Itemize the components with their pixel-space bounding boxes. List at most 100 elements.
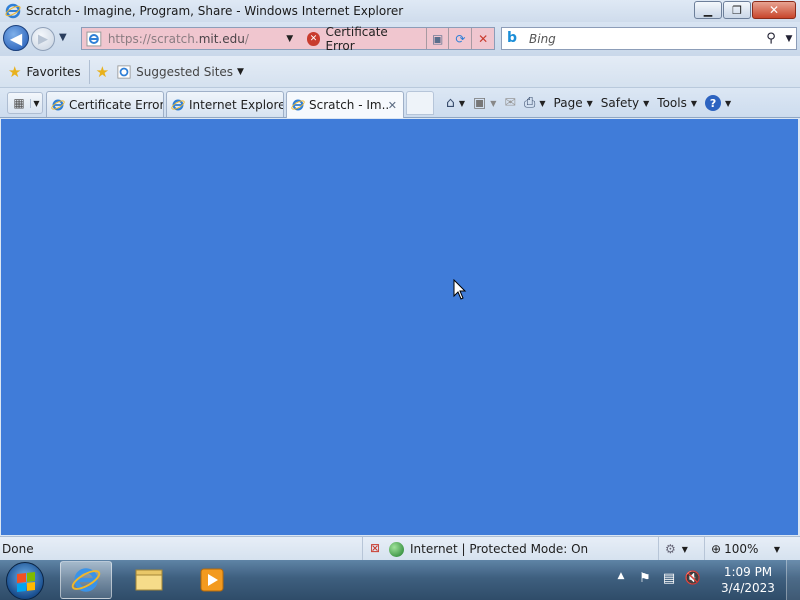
taskbar-media-player[interactable] <box>186 561 238 599</box>
chevron-down-icon: ▼ <box>681 544 688 554</box>
help-button[interactable]: ? ▼ <box>705 95 731 111</box>
ie-icon <box>291 99 305 111</box>
flag-icon[interactable]: ⚑ <box>636 571 654 589</box>
feeds-button[interactable]: ▣ ▼ <box>473 95 496 111</box>
globe-icon <box>389 541 404 557</box>
suggested-sites-button[interactable]: Suggested Sites ▼ <box>117 65 244 79</box>
chevron-down-icon[interactable]: ▼ <box>774 545 780 554</box>
maximize-icon: ❐ <box>732 3 742 17</box>
refresh-button[interactable]: ⟳ <box>448 28 471 49</box>
chevron-down-icon: ▼ <box>59 32 67 43</box>
start-button[interactable] <box>6 562 44 600</box>
tab-label: Scratch - Im... <box>309 98 388 112</box>
system-tray: ▲ ⚑ ▤ 🔇 1:09 PM 3/4/2023 <box>612 560 800 600</box>
start-orb-icon <box>17 572 35 592</box>
chevron-down-icon: ▼ <box>586 98 593 108</box>
forward-button[interactable]: ▶ <box>31 27 55 51</box>
certificate-error-button[interactable]: ✕ Certificate Error <box>306 25 426 53</box>
clock[interactable]: 1:09 PM 3/4/2023 <box>714 564 782 596</box>
compatibility-view-button[interactable]: ▣ <box>425 28 449 49</box>
clock-date: 3/4/2023 <box>721 581 775 595</box>
chevron-down-icon: ▼ <box>643 98 650 108</box>
favorites-bar: ★ Favorites ★ Suggested Sites ▼ <box>0 56 800 88</box>
chevron-down-icon[interactable]: ▼ <box>725 99 731 108</box>
ie-icon <box>71 568 101 592</box>
address-bar[interactable]: https://scratch.mit.edu/ ▼ ✕ Certificate… <box>81 25 495 53</box>
clock-time: 1:09 PM <box>723 565 773 579</box>
explorer-folder-icon <box>135 569 163 591</box>
tools-menu[interactable]: Tools ▼ <box>657 96 697 110</box>
url-suffix: / <box>244 31 249 46</box>
close-tab-icon[interactable]: ✕ <box>388 99 397 112</box>
search-icon[interactable]: ⚲ <box>760 31 782 46</box>
search-box[interactable]: b Bing ⚲ ▼ <box>501 27 797 50</box>
print-button[interactable]: ⎙ ▼ <box>524 95 545 111</box>
addons-icon: ⚙ <box>665 542 676 556</box>
blocked-content-icon[interactable]: ⊠ <box>367 541 383 557</box>
minimize-button[interactable]: ▁ <box>694 1 722 19</box>
add-favorites-icon[interactable]: ★ <box>96 63 109 81</box>
title-bar[interactable]: Scratch - Imagine, Program, Share - Wind… <box>0 0 800 22</box>
home-icon: ⌂ <box>446 95 455 111</box>
close-button[interactable]: ✕ <box>752 1 796 19</box>
favorites-button[interactable]: ★ Favorites <box>8 59 90 84</box>
search-input[interactable]: Bing <box>529 32 760 46</box>
chevron-down-icon[interactable]: ▼ <box>539 99 545 108</box>
certificate-error-label: Certificate Error <box>325 24 388 53</box>
read-mail-button[interactable]: ✉ <box>504 95 516 111</box>
command-bar: ⌂ ▼ ▣ ▼ ✉ ⎙ ▼ Page ▼ Safety ▼ Tools ▼ ? ▼ <box>446 93 739 113</box>
minimize-icon: ▁ <box>703 3 713 17</box>
security-zone[interactable]: ⊠ Internet | Protected Mode: On <box>362 537 588 561</box>
address-dropdown[interactable]: ▼ <box>281 34 299 44</box>
mouse-cursor-icon <box>453 279 467 300</box>
zoom-level: 100% <box>724 542 759 556</box>
status-bar: Done ⊠ Internet | Protected Mode: On ⚙ ▼… <box>0 536 800 561</box>
media-player-icon <box>200 568 224 592</box>
tab-list-dropdown[interactable]: ▼ <box>30 98 42 108</box>
status-text: Done <box>2 541 34 556</box>
chevron-down-icon[interactable]: ▼ <box>490 99 496 108</box>
close-icon: ✕ <box>768 3 780 17</box>
show-hidden-icons[interactable]: ▲ <box>612 571 630 589</box>
safety-menu-label: Safety <box>600 96 640 110</box>
taskbar: ▲ ⚑ ▤ 🔇 1:09 PM 3/4/2023 <box>0 560 800 600</box>
tab-label: Internet Explore... <box>189 97 283 112</box>
help-icon: ? <box>705 95 722 111</box>
recent-pages-dropdown[interactable]: ▼ <box>59 32 67 43</box>
show-desktop-button[interactable] <box>786 560 800 600</box>
maximize-button[interactable]: ❐ <box>723 1 751 19</box>
url-domain: mit.edu <box>198 31 245 46</box>
window-controls: ▁ ❐ ✕ <box>693 1 796 19</box>
safety-menu[interactable]: Safety ▼ <box>601 96 650 110</box>
url-prefix: https://scratch. <box>107 31 199 46</box>
new-tab-button[interactable] <box>406 91 434 115</box>
chevron-down-icon: ▼ <box>237 66 244 77</box>
zone-label: Internet | Protected Mode: On <box>410 542 589 556</box>
back-button[interactable]: ◀ <box>3 25 29 51</box>
print-icon: ⎙ <box>524 95 536 111</box>
page-menu[interactable]: Page ▼ <box>554 96 593 110</box>
forward-arrow-icon: ▶ <box>38 31 48 47</box>
volume-muted-icon[interactable]: 🔇 <box>684 571 702 589</box>
ie-icon <box>171 99 185 110</box>
addons-status[interactable]: ⚙ ▼ <box>658 537 688 561</box>
home-button[interactable]: ⌂ ▼ <box>446 95 465 111</box>
tab-label: Certificate Error... <box>69 97 163 112</box>
stop-button[interactable]: ✕ <box>471 28 494 49</box>
network-icon[interactable]: ▤ <box>660 571 678 589</box>
tab-internet-explorer[interactable]: Internet Explore... <box>166 91 284 117</box>
taskbar-windows-explorer[interactable] <box>124 561 176 599</box>
tab-certificate-error[interactable]: Certificate Error... <box>46 91 164 117</box>
quick-tabs-button[interactable]: ▦ ▼ <box>7 92 43 114</box>
zoom-control[interactable]: ⊕ 100% ▼ <box>704 537 800 561</box>
tab-scratch[interactable]: Scratch - Im... ✕ <box>286 91 404 118</box>
ie-icon <box>5 3 21 19</box>
chevron-down-icon[interactable]: ▼ <box>459 99 465 108</box>
certificate-error-icon: ✕ <box>306 31 321 46</box>
search-options-dropdown[interactable]: ▼ <box>782 34 796 44</box>
url-text[interactable]: https://scratch.mit.edu/ <box>108 32 281 46</box>
page-content[interactable] <box>1 119 798 535</box>
ie-icon <box>51 99 65 110</box>
refresh-icon: ⟳ <box>455 31 466 46</box>
taskbar-internet-explorer[interactable] <box>60 561 112 599</box>
